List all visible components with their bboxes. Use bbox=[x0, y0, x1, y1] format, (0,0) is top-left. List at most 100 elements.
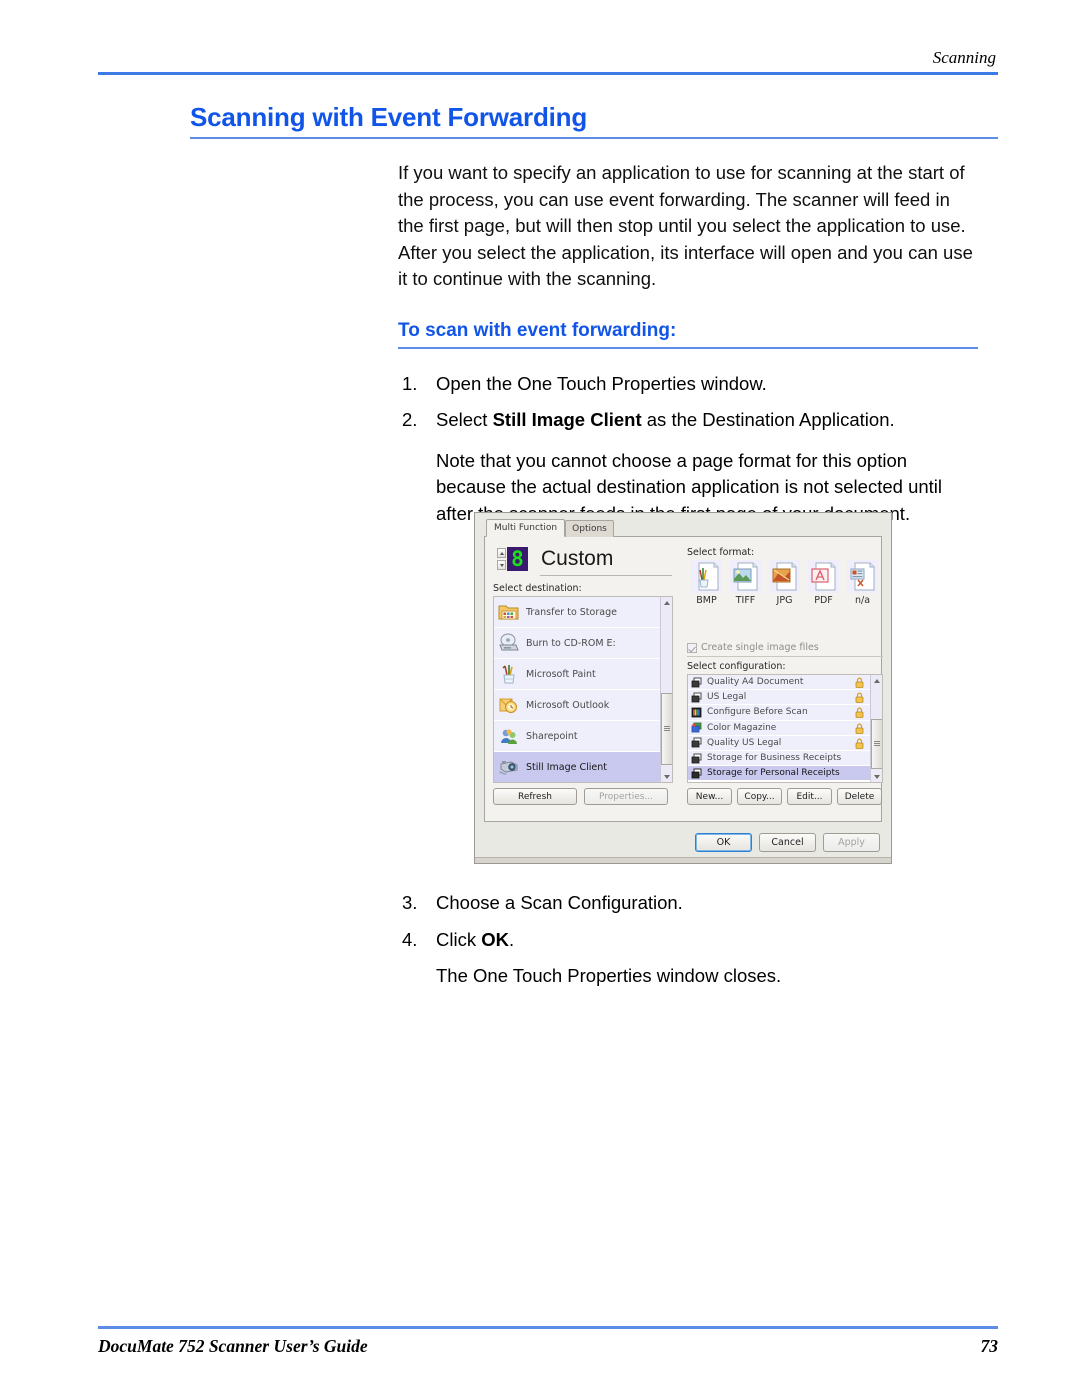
scroll-up-icon[interactable] bbox=[661, 597, 672, 608]
step-number: 2. bbox=[402, 409, 418, 430]
step-text: Select Still Image Client as the Destina… bbox=[436, 409, 895, 430]
folder-storage-icon bbox=[498, 605, 519, 620]
body-column-lower: 3. Choose a Scan Configuration. 4. Click… bbox=[398, 890, 978, 990]
configuration-label: Select configuration: bbox=[687, 661, 786, 672]
list-item: 4. Click OK. bbox=[398, 927, 978, 954]
scrollbar-thumb[interactable] bbox=[661, 693, 672, 765]
list-item[interactable]: Color Magazine bbox=[688, 720, 882, 736]
list-item[interactable]: Quality US Legal bbox=[688, 735, 882, 751]
ok-button[interactable]: OK bbox=[695, 833, 752, 852]
list-item-label: Microsoft Paint bbox=[526, 668, 596, 680]
scroll-up-icon[interactable] bbox=[871, 675, 882, 686]
configuration-scrollbar[interactable] bbox=[870, 675, 882, 782]
list-item-label: Configure Before Scan bbox=[707, 707, 808, 718]
list-item[interactable]: Configure Before Scan bbox=[688, 705, 882, 721]
footer-guide-title: DocuMate 752 Scanner User’s Guide bbox=[98, 1336, 368, 1356]
lock-icon bbox=[855, 692, 864, 704]
tab-panel: 8 Custom Select destination: Transfer to… bbox=[484, 536, 883, 822]
step-number: 1. bbox=[402, 372, 418, 394]
bmp-format-icon bbox=[698, 562, 719, 591]
apply-button[interactable]: Apply bbox=[823, 833, 880, 852]
led-display: 8 bbox=[507, 547, 528, 571]
title-divider bbox=[190, 137, 998, 139]
section-heading: To scan with event forwarding: bbox=[398, 319, 677, 341]
pdf-format-icon bbox=[811, 562, 836, 591]
format-label-tiff: TIFF bbox=[735, 595, 756, 606]
list-item-label: Burn to CD-ROM E: bbox=[526, 637, 616, 649]
format-label-na: n/a bbox=[854, 595, 871, 606]
lock-icon bbox=[855, 707, 864, 719]
destination-list[interactable]: Transfer to Storage Burn to CD-ROM E: Mi… bbox=[493, 596, 673, 783]
steps-list-secondary: 3. Choose a Scan Configuration. 4. Click… bbox=[398, 890, 978, 990]
list-item-selected[interactable]: Still Image Client bbox=[494, 752, 672, 782]
list-item[interactable]: Transfer to Storage bbox=[494, 597, 672, 628]
list-item-label: Transfer to Storage bbox=[526, 606, 617, 618]
text-format-icon bbox=[850, 562, 875, 591]
new-button[interactable]: New... bbox=[687, 788, 732, 805]
format-label-jpg: JPG bbox=[776, 595, 793, 606]
list-item-label: Quality US Legal bbox=[707, 737, 782, 748]
spinner-up-icon[interactable] bbox=[497, 548, 506, 558]
list-item-label: Storage for Business Receipts bbox=[707, 753, 842, 764]
delete-button[interactable]: Delete bbox=[837, 788, 882, 805]
list-item-label: Storage for Personal Receipts bbox=[707, 768, 840, 779]
section-heading-block: To scan with event forwarding: bbox=[398, 319, 978, 349]
config-icon bbox=[691, 753, 702, 763]
format-option-na[interactable]: n/a bbox=[843, 560, 882, 606]
closing-text: The One Touch Properties window closes. bbox=[436, 965, 782, 986]
camera-icon bbox=[499, 761, 518, 775]
function-selector: 8 Custom bbox=[497, 547, 613, 571]
scroll-down-icon[interactable] bbox=[661, 771, 672, 782]
format-option-bmp[interactable]: BMP bbox=[687, 560, 726, 606]
scroll-down-icon[interactable] bbox=[871, 771, 882, 782]
refresh-button[interactable]: Refresh bbox=[493, 788, 577, 805]
edit-button[interactable]: Edit... bbox=[787, 788, 832, 805]
step-text: Open the One Touch Properties window. bbox=[436, 372, 767, 394]
configuration-button-row: New... Copy... Edit... Delete bbox=[687, 788, 882, 805]
dialog-footer-buttons: OK Cancel Apply bbox=[695, 833, 880, 852]
lock-icon bbox=[855, 738, 864, 749]
format-option-pdf[interactable]: PDF bbox=[804, 560, 843, 606]
configuration-list[interactable]: Quality A4 Document US Legal Configure B… bbox=[687, 674, 883, 783]
checkbox-icon[interactable] bbox=[687, 642, 697, 653]
list-item[interactable]: Microsoft Paint bbox=[494, 659, 672, 690]
destination-scrollbar[interactable] bbox=[660, 597, 672, 782]
color-bars-icon bbox=[691, 707, 702, 718]
scrollbar-thumb[interactable] bbox=[871, 719, 882, 769]
list-item[interactable]: Sharepoint bbox=[494, 721, 672, 752]
paint-icon bbox=[502, 665, 515, 684]
lock-icon bbox=[855, 677, 864, 688]
create-single-image-files-checkbox[interactable]: Create single image files bbox=[687, 642, 819, 653]
copy-button[interactable]: Copy... bbox=[737, 788, 782, 805]
cancel-button[interactable]: Cancel bbox=[759, 833, 816, 852]
tab-options[interactable]: Options bbox=[565, 520, 614, 537]
function-spinner[interactable] bbox=[497, 548, 506, 570]
list-item[interactable]: US Legal bbox=[688, 690, 882, 706]
format-option-jpg[interactable]: JPG bbox=[765, 560, 804, 606]
tab-strip: Multi Function Options bbox=[486, 519, 614, 537]
list-item[interactable]: Quality A4 Document bbox=[688, 675, 882, 691]
section-divider bbox=[398, 346, 978, 349]
list-item[interactable]: Burn to CD-ROM E: bbox=[494, 628, 672, 659]
list-item: 3. Choose a Scan Configuration. bbox=[398, 890, 978, 917]
list-item-label: Still Image Client bbox=[526, 761, 607, 773]
format-options: BMP TIFF JPG PDF n/a bbox=[687, 560, 882, 606]
list-item[interactable]: Storage for Business Receipts bbox=[688, 750, 882, 767]
steps-list-primary: 1. Open the One Touch Properties window.… bbox=[398, 371, 978, 528]
list-item: 2. Select Still Image Client as the Dest… bbox=[398, 407, 978, 434]
step-number: 3. bbox=[402, 892, 418, 913]
running-head: Scanning bbox=[932, 48, 996, 67]
step-text: Choose a Scan Configuration. bbox=[436, 892, 683, 913]
destination-label: Select destination: bbox=[493, 583, 582, 594]
list-item[interactable]: Microsoft Outlook bbox=[494, 690, 672, 721]
list-item-selected[interactable]: Storage for Personal Receipts bbox=[688, 766, 882, 782]
properties-button[interactable]: Properties... bbox=[584, 788, 668, 805]
jpg-format-icon bbox=[772, 562, 797, 591]
checkbox-label: Create single image files bbox=[701, 642, 819, 653]
spinner-down-icon[interactable] bbox=[497, 560, 506, 570]
tab-multi-function[interactable]: Multi Function bbox=[486, 519, 566, 537]
step-text: Click OK. bbox=[436, 928, 515, 950]
footer-divider bbox=[98, 1326, 998, 1329]
format-option-tiff[interactable]: TIFF bbox=[726, 560, 765, 606]
list-item-label: Microsoft Outlook bbox=[526, 699, 610, 711]
